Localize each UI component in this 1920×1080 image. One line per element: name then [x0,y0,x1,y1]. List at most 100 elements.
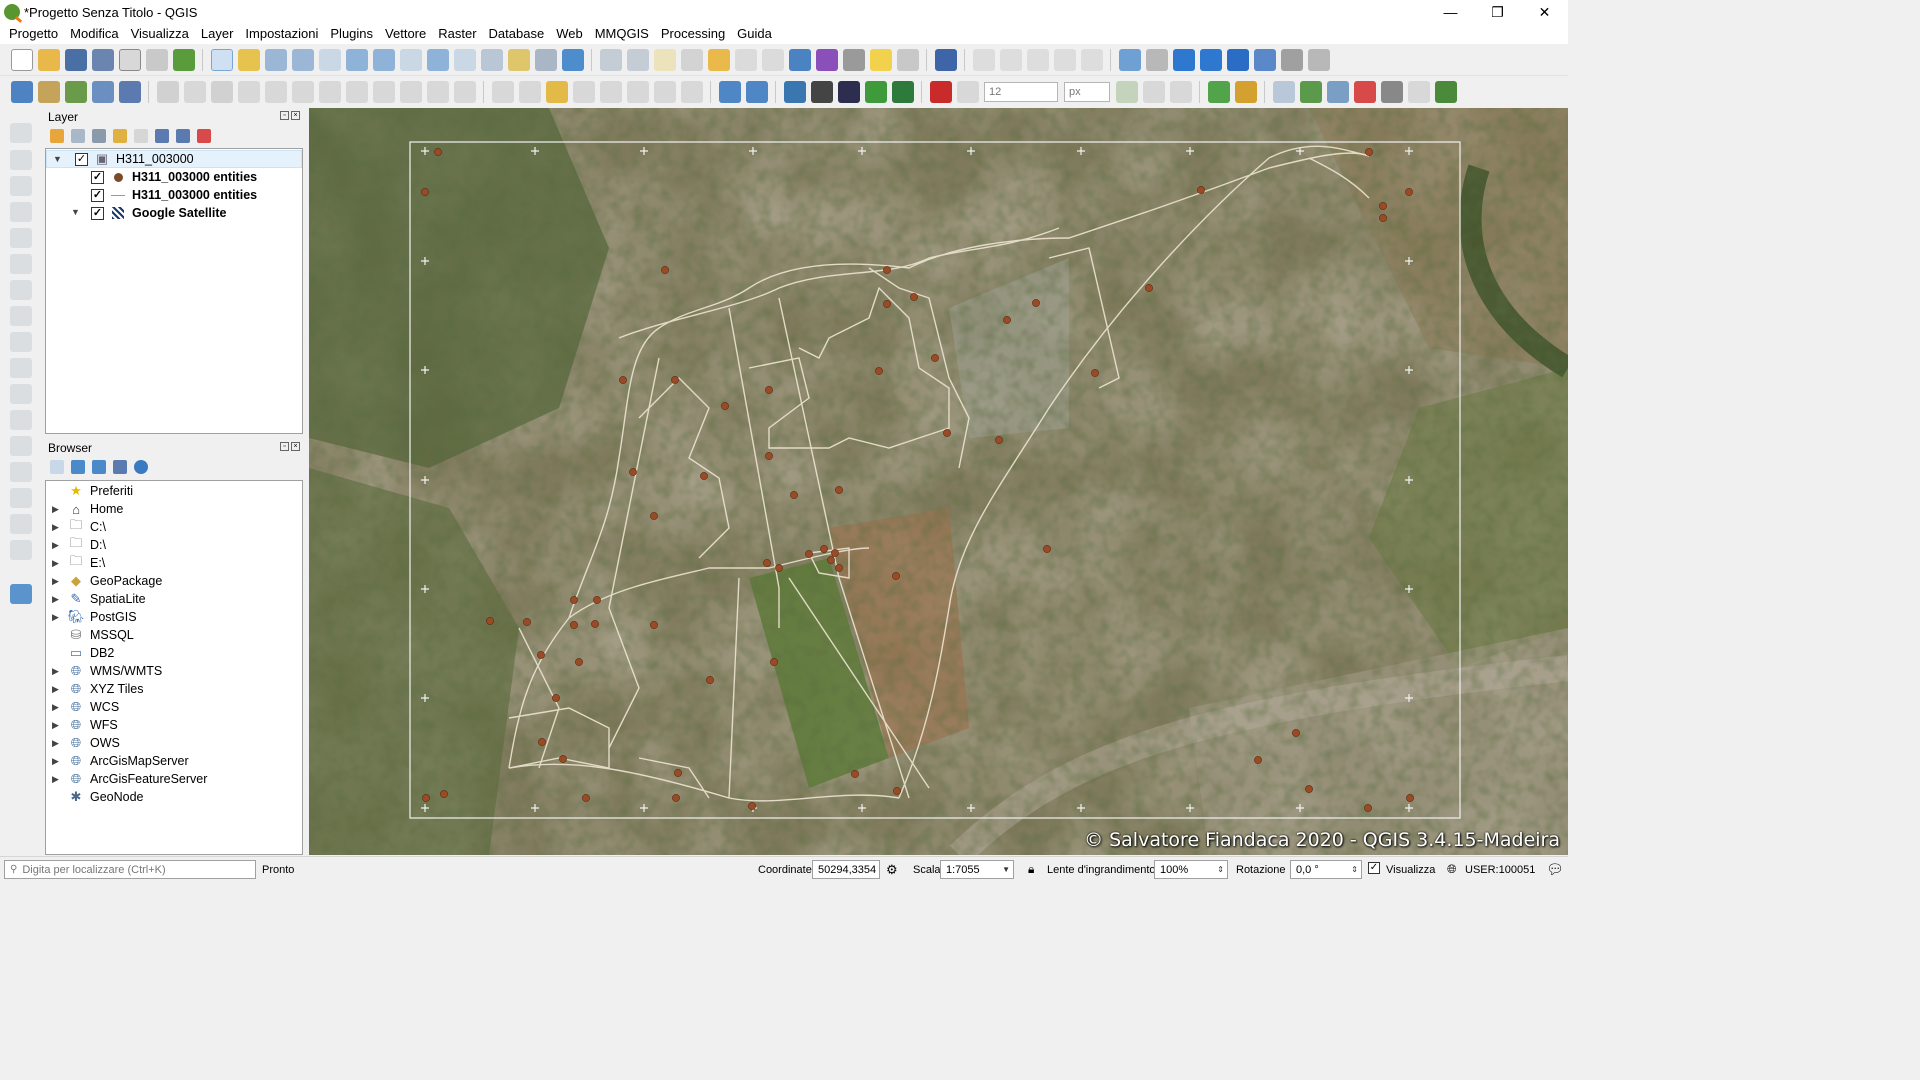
browser-item[interactable]: ★ Preferiti [46,482,133,500]
new-temp-layer-icon[interactable] [118,81,141,103]
manage-themes-icon[interactable] [92,129,106,143]
new-shapefile-icon[interactable] [64,81,87,103]
digitize-tool-11-icon[interactable] [10,384,32,404]
identify-icon[interactable] [599,48,622,71]
add-group-icon[interactable] [71,129,85,143]
plugin-copy-icon[interactable] [1272,81,1295,103]
plugin-terrain-icon[interactable] [864,81,887,103]
label-tool-icon[interactable] [491,81,514,103]
browser-item[interactable]: ▶ 🌐︎ WCS [46,698,119,716]
remove-layer-icon[interactable] [197,129,211,143]
map-canvas[interactable]: © Salvatore Fiandaca 2020 - QGIS 3.4.15-… [309,108,1568,855]
menu-modifica[interactable]: Modifica [64,24,124,44]
line-layer-row[interactable]: ✓ H311_003000 entities [46,186,257,204]
browser-item[interactable]: ▶ 🌐︎ OWS [46,734,120,752]
digitize-tool-2-icon[interactable] [10,150,32,170]
digitize-tool-15-icon[interactable] [10,488,32,508]
crs-button[interactable]: USER:100051 [1465,864,1535,876]
map-tips-icon[interactable] [869,48,892,71]
show-bookmarks-icon[interactable] [534,48,557,71]
plugin-green-icon[interactable] [1207,81,1230,103]
new-spatialite-icon[interactable] [91,81,114,103]
browser-item[interactable]: ⛁ MSSQL [46,626,134,644]
add-selected-layers-icon[interactable] [50,460,64,474]
digitize-tool-7-icon[interactable] [10,280,32,300]
layer-checkbox[interactable]: ✓ [91,206,104,220]
save-edits-icon[interactable] [210,81,233,103]
expand-arrow-icon[interactable]: ▶ [52,684,62,694]
digitize-shape-icon[interactable] [972,48,995,71]
browser-item[interactable]: ▶ 🌐︎ XYZ Tiles [46,680,144,698]
collapse-all-icon[interactable] [176,129,190,143]
change-label-icon[interactable] [680,81,703,103]
menu-raster[interactable]: Raster [432,24,482,44]
paste-features-icon[interactable] [399,81,422,103]
diagram-tool-icon[interactable] [518,81,541,103]
python-console-icon[interactable] [783,81,806,103]
expand-arrow-icon[interactable]: ▶ [52,504,62,514]
zoom-full-icon[interactable] [345,48,368,71]
digitize-tool-8-icon[interactable] [10,306,32,326]
plugin-tool-6-icon[interactable] [1253,48,1276,71]
digitize-tool-4-icon[interactable] [10,202,32,222]
rotation-spinbox[interactable]: 0,0 ° ⇕ [1290,860,1362,879]
plugin-map-icon[interactable] [1299,81,1322,103]
digitize-tool-5-icon[interactable] [10,228,32,248]
plugin-satellite-icon[interactable] [10,584,32,604]
zoom-last-icon[interactable] [426,48,449,71]
expand-arrow-icon[interactable]: ▶ [52,702,62,712]
expand-arrow-icon[interactable]: ▶ [52,522,62,532]
digitize-tool-14-icon[interactable] [10,462,32,482]
layer-group-row[interactable]: ▼ ✓ ▣ H311_003000 [46,150,302,168]
zoom-selection-icon[interactable] [372,48,395,71]
browser-item[interactable]: ✱ GeoNode [46,788,144,806]
delete-selected-icon[interactable] [318,81,341,103]
zoom-next-icon[interactable] [453,48,476,71]
digitize-tool-10-icon[interactable] [10,358,32,378]
modify-attributes-icon[interactable] [291,81,314,103]
vertex-tool-icon[interactable] [264,81,287,103]
plugin-frame-icon[interactable] [1434,81,1457,103]
raster-layer-row[interactable]: ▼ ✓ Google Satellite [46,204,226,222]
plugin-zoom-icon[interactable] [1326,81,1349,103]
layer-checkbox[interactable]: ✓ [75,152,88,166]
browser-item[interactable]: ▶ ◆ GeoPackage [46,572,162,590]
expand-arrow-icon[interactable]: ▶ [52,558,62,568]
expand-arrow-icon[interactable]: ▶ [52,594,62,604]
properties-info-icon[interactable] [134,460,148,474]
collapse-browser-icon[interactable] [113,460,127,474]
copy-features-icon[interactable] [372,81,395,103]
add-polygon-icon[interactable] [1080,48,1103,71]
render-checkbox[interactable]: ✓ [1368,862,1380,874]
add-ellipse-icon[interactable] [1026,48,1049,71]
crs-globe-icon[interactable]: 🌐︎ [1447,862,1457,877]
plugin-globe-icon[interactable] [1380,81,1403,103]
new-bookmark-icon[interactable] [507,48,530,71]
expand-arrow-icon[interactable]: ▶ [52,666,62,676]
menu-progetto[interactable]: Progetto [3,24,64,44]
cut-features-icon[interactable] [345,81,368,103]
digitize-tool-3-icon[interactable] [10,176,32,196]
plugin-tool-3-icon[interactable] [1172,48,1195,71]
plugin-search-icon[interactable] [1353,81,1376,103]
plugin-tool-2-icon[interactable] [1145,48,1168,71]
new-print-layout-icon[interactable] [118,48,141,71]
menu-web[interactable]: Web [550,24,589,44]
expand-arrow-icon[interactable]: ▶ [52,612,62,622]
digitize-tool-6-icon[interactable] [10,254,32,274]
restore-button[interactable]: ❐ [1474,0,1521,24]
rotate-label-icon[interactable] [653,81,676,103]
new-map-view-icon[interactable] [480,48,503,71]
field-calculator-icon[interactable] [761,48,784,71]
minimize-button[interactable]: — [1427,0,1474,24]
snapping-tolerance-input[interactable]: 12 [984,82,1058,102]
filter-browser-icon[interactable] [92,460,106,474]
save-project-icon[interactable] [64,48,87,71]
collapse-arrow-icon[interactable]: ▼ [53,154,63,164]
menu-mmqgis[interactable]: MMQGIS [589,24,655,44]
digitize-tool-12-icon[interactable] [10,410,32,430]
undo-icon[interactable] [426,81,449,103]
layout-manager-icon[interactable] [145,48,168,71]
redo-icon[interactable] [453,81,476,103]
browser-item[interactable]: ▶ 🗀 E:\ [46,553,105,572]
